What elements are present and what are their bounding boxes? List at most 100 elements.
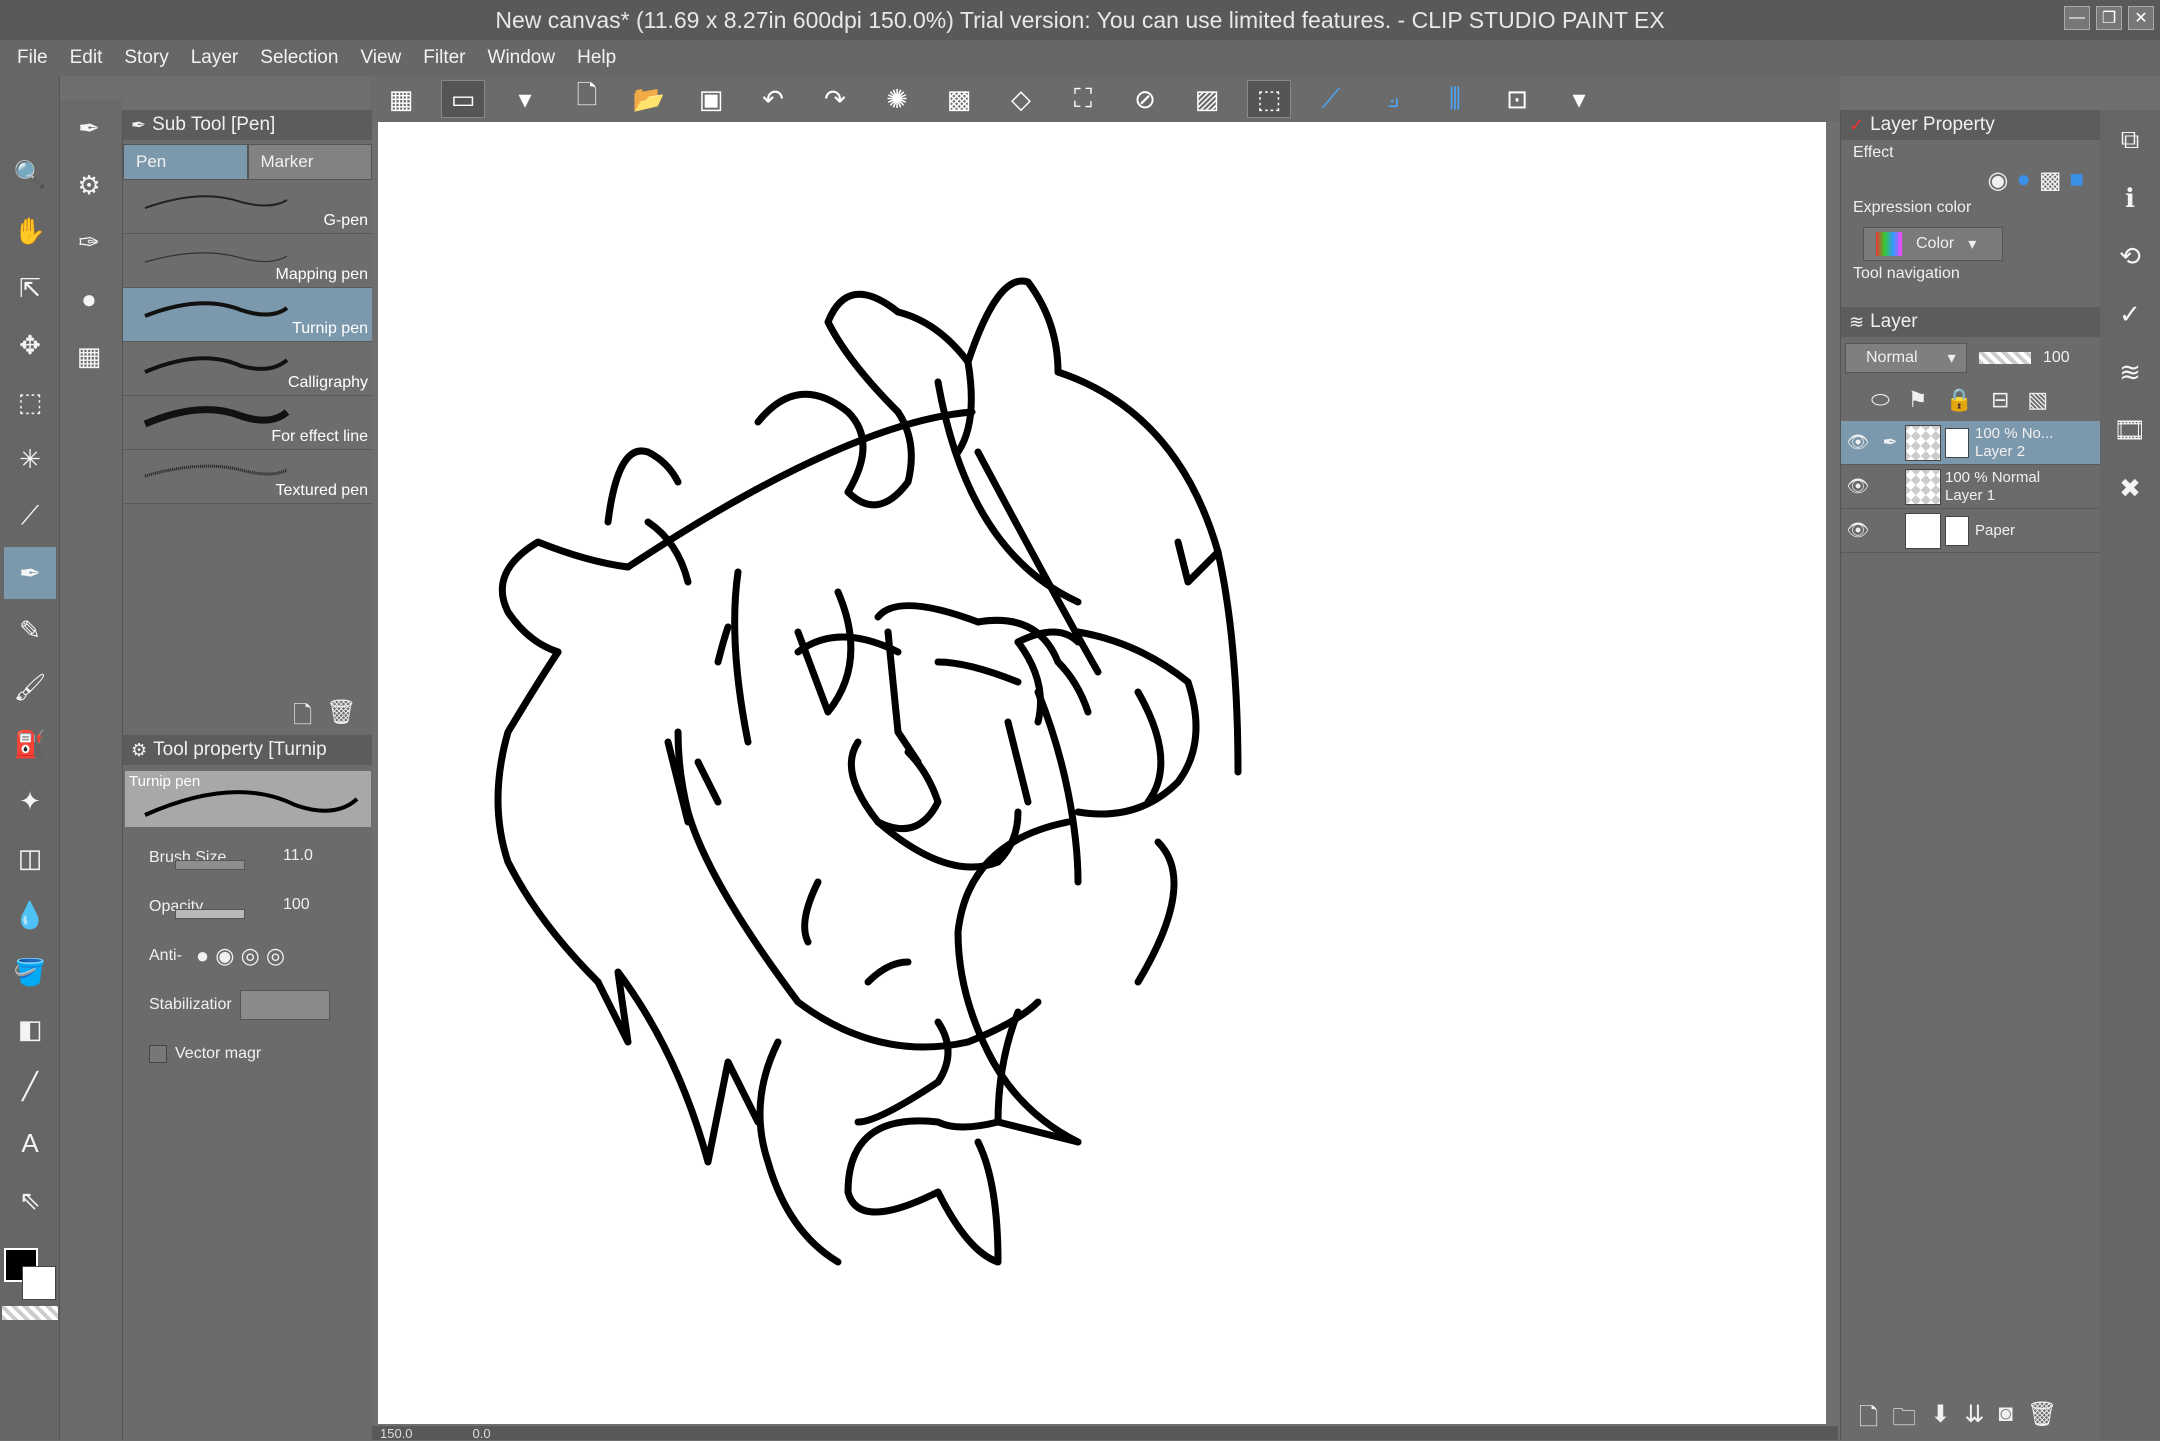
border-effect-icon[interactable]: ◉: [1987, 166, 2008, 195]
pencil-icon[interactable]: ✎: [4, 604, 56, 656]
sub-tool-group-icon[interactable]: ✒: [64, 102, 114, 154]
auto-select-icon[interactable]: ✳: [4, 433, 56, 485]
layer-row-paper[interactable]: 👁 Paper: [1841, 509, 2100, 553]
menu-help[interactable]: Help: [566, 47, 627, 69]
copy-subtool-icon[interactable]: 🗋: [293, 698, 312, 739]
new-raster-layer-icon[interactable]: 🗋: [1859, 1400, 1878, 1441]
reference-layer-icon[interactable]: ⚑: [1908, 387, 1928, 413]
clear-icon[interactable]: ⊘: [1123, 80, 1167, 118]
navigator-icon[interactable]: ⧉: [2106, 114, 2154, 166]
lock-transparent-icon[interactable]: ⊟: [1991, 387, 2009, 413]
merge-down-icon[interactable]: ⬇: [1930, 1400, 1950, 1441]
brush-icon[interactable]: 🖌: [4, 661, 56, 713]
delete-layer-icon[interactable]: 🗑: [2027, 1400, 2057, 1441]
new-file-icon[interactable]: 🗋: [565, 80, 609, 118]
menu-edit[interactable]: Edit: [59, 47, 114, 69]
opacity-bar[interactable]: [1979, 352, 2031, 364]
brush-turnip-pen[interactable]: Turnip pen: [123, 288, 372, 342]
clipping-icon[interactable]: ⬭: [1871, 387, 1890, 413]
history-icon[interactable]: ⟲: [2106, 230, 2154, 282]
menu-view[interactable]: View: [349, 47, 412, 69]
opacity-value[interactable]: 100: [283, 896, 310, 914]
expression-color-select[interactable]: Color ▾: [1863, 227, 2003, 261]
marquee-icon[interactable]: ⬚: [4, 376, 56, 428]
redo-icon[interactable]: ↷: [813, 80, 857, 118]
maximize-button[interactable]: ❐: [2096, 6, 2122, 30]
eraser-tool-icon[interactable]: ◫: [4, 832, 56, 884]
hatch-icon[interactable]: ▨: [1185, 80, 1229, 118]
decoration-icon[interactable]: ✦: [4, 775, 56, 827]
opacity-slider[interactable]: [175, 909, 245, 919]
menu-window[interactable]: Window: [477, 47, 567, 69]
pen-tool-icon[interactable]: ✒: [4, 547, 56, 599]
merge-visible-icon[interactable]: ⇊: [1964, 1400, 1984, 1441]
screen-icon[interactable]: ⊡: [1495, 80, 1539, 118]
layer-property-dock-icon[interactable]: ✓: [2106, 288, 2154, 340]
operation-icon[interactable]: ⇱: [4, 262, 56, 314]
brush-effect-line[interactable]: For effect line: [123, 396, 372, 450]
delete-subtool-icon[interactable]: 🗑: [326, 698, 356, 739]
layer-row-layer1[interactable]: 👁 100 % Normal Layer 1: [1841, 465, 2100, 509]
hand-icon[interactable]: ✋: [4, 205, 56, 257]
save-icon[interactable]: ▣: [689, 80, 733, 118]
create-mask-icon[interactable]: ◙: [1999, 1400, 2014, 1441]
menu-story[interactable]: Story: [113, 47, 179, 69]
dropdown-icon[interactable]: ▾: [503, 80, 547, 118]
blend-mode-select[interactable]: Normal ▾: [1845, 343, 1967, 373]
cmd-more-icon[interactable]: ▾: [1557, 80, 1601, 118]
fill-icon[interactable]: ▩: [937, 80, 981, 118]
eraser-icon[interactable]: ◇: [999, 80, 1043, 118]
fill-tool-icon[interactable]: 🪣: [4, 946, 56, 998]
figure-icon[interactable]: ╱: [4, 1060, 56, 1112]
brush-size-slider[interactable]: [175, 860, 245, 870]
tone-effect-icon[interactable]: ●: [2016, 166, 2031, 195]
brush-size-value[interactable]: 11.0: [283, 847, 313, 865]
close-button[interactable]: ✕: [2128, 6, 2154, 30]
special-ruler-snap-icon[interactable]: ⟓: [1371, 80, 1415, 118]
anti-aliasing-options[interactable]: ● ◉ ◎ ◎: [196, 943, 285, 969]
tab-marker[interactable]: Marker: [247, 144, 372, 180]
brush-textured-pen[interactable]: Textured pen: [123, 450, 372, 504]
layer-dock-icon[interactable]: ≋: [2106, 346, 2154, 398]
selection-border-icon[interactable]: ⬚: [1247, 80, 1291, 118]
sub-color-swatch[interactable]: [22, 1266, 56, 1300]
opacity-row[interactable]: Opacity 100: [123, 882, 373, 931]
screentone-icon[interactable]: ▩: [2039, 166, 2062, 195]
sub-tool-pen-icon[interactable]: ✑: [64, 216, 114, 268]
layer-row-layer2[interactable]: 👁 ✒ 100 % No... Layer 2: [1841, 421, 2100, 465]
animation-icon[interactable]: 🎞: [2106, 404, 2154, 456]
zoom-icon[interactable]: 🔍: [4, 148, 56, 200]
minimize-button[interactable]: —: [2064, 6, 2090, 30]
layer-opacity-value[interactable]: 100: [2043, 349, 2070, 367]
eyedropper-icon[interactable]: ⟋: [4, 490, 56, 542]
zoom-readout[interactable]: 150.0: [380, 1426, 413, 1441]
info-icon[interactable]: ℹ: [2106, 172, 2154, 224]
rotation-readout[interactable]: 0.0: [473, 1426, 491, 1441]
grid-snap-icon[interactable]: ⫼: [1433, 80, 1477, 118]
transform-icon[interactable]: ⛶: [1061, 80, 1105, 118]
transparent-color-icon[interactable]: [2, 1306, 58, 1320]
lock-icon[interactable]: 🔒: [1946, 387, 1973, 413]
move-icon[interactable]: ✥: [4, 319, 56, 371]
tab-pen[interactable]: Pen: [123, 144, 248, 180]
eye-icon[interactable]: 👁: [1841, 476, 1875, 497]
sparkle-icon[interactable]: ✺: [875, 80, 919, 118]
color-set-icon[interactable]: ▦: [64, 330, 114, 382]
mask-icon[interactable]: ▧: [2027, 387, 2048, 413]
brush-size-row[interactable]: Brush Size 11.0: [123, 833, 373, 882]
grid-menu-icon[interactable]: ▦: [379, 80, 423, 118]
layer-color-icon[interactable]: ■: [2070, 166, 2085, 195]
menu-layer[interactable]: Layer: [180, 47, 250, 69]
gradient-icon[interactable]: ◧: [4, 1003, 56, 1055]
menu-filter[interactable]: Filter: [412, 47, 476, 69]
sub-tool-settings-icon[interactable]: ⚙: [64, 159, 114, 211]
color-wheel-icon[interactable]: ●: [64, 273, 114, 325]
balloon-icon[interactable]: ⇖: [4, 1174, 56, 1226]
brush-g-pen[interactable]: G-pen: [123, 180, 372, 234]
eye-icon[interactable]: 👁: [1841, 520, 1875, 541]
ruler-snap-icon[interactable]: ⟋: [1309, 80, 1353, 118]
canvas-icon[interactable]: ▭: [441, 80, 485, 118]
blend-icon[interactable]: 💧: [4, 889, 56, 941]
brush-mapping-pen[interactable]: Mapping pen: [123, 234, 372, 288]
close-dock-icon[interactable]: ✖: [2106, 462, 2154, 514]
